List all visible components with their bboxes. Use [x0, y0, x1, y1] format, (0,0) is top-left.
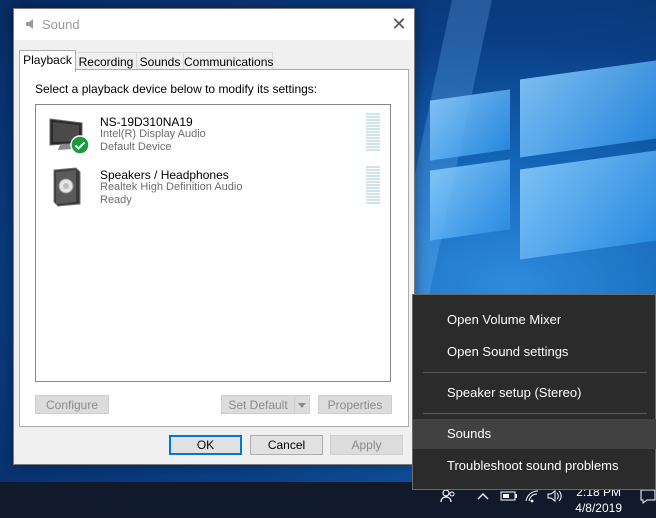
device-driver: Intel(R) Display Audio — [100, 128, 206, 140]
wifi-icon[interactable] — [524, 488, 540, 510]
menu-item-label: Sounds — [447, 426, 492, 441]
clock-date: 4/8/2019 — [575, 501, 622, 515]
menu-item-label: Troubleshoot sound problems — [447, 458, 619, 473]
window-title: Sound — [42, 17, 80, 32]
set-default-dropdown[interactable] — [294, 395, 310, 414]
set-default-button[interactable]: Set Default — [221, 395, 295, 414]
menu-item-troubleshoot[interactable]: Troubleshoot sound problems — [413, 451, 656, 481]
volume-context-menu: Open Volume Mixer Open Sound settings Sp… — [412, 294, 656, 490]
menu-item-label: Open Volume Mixer — [447, 312, 562, 327]
instruction-text: Select a playback device below to modify… — [35, 82, 318, 96]
windows-logo-pane — [430, 159, 510, 241]
device-name: Speakers / Headphones — [100, 168, 229, 182]
device-status: Default Device — [100, 141, 172, 153]
volume-meter — [366, 166, 380, 206]
sound-dialog: Sound ✕ Playback Recording Sounds Commun… — [13, 8, 415, 465]
menu-separator — [423, 413, 647, 414]
device-list[interactable]: NS-19D310NA19 Intel(R) Display Audio Def… — [35, 104, 391, 382]
default-check-icon — [70, 135, 90, 158]
device-item[interactable]: Speakers / Headphones Realtek High Defin… — [42, 164, 382, 210]
menu-item-speaker-setup[interactable]: Speaker setup (Stereo) — [413, 378, 656, 408]
windows-logo-pane — [430, 89, 510, 161]
battery-icon[interactable] — [500, 488, 518, 510]
cancel-button[interactable]: Cancel — [250, 435, 323, 455]
windows-logo-pane — [520, 60, 656, 158]
apply-button[interactable]: Apply — [330, 435, 403, 455]
people-icon[interactable] — [440, 488, 456, 510]
speaker-app-icon — [24, 17, 38, 31]
properties-button[interactable]: Properties — [318, 395, 392, 414]
menu-item-open-sound-settings[interactable]: Open Sound settings — [413, 337, 656, 367]
ok-button[interactable]: OK — [169, 435, 242, 455]
playback-panel: Select a playback device below to modify… — [19, 69, 409, 427]
close-icon[interactable]: ✕ — [388, 13, 410, 35]
device-item[interactable]: NS-19D310NA19 Intel(R) Display Audio Def… — [42, 111, 382, 157]
volume-meter — [366, 113, 380, 153]
menu-item-label: Open Sound settings — [447, 344, 569, 359]
menu-separator — [423, 372, 647, 373]
device-status: Ready — [100, 194, 132, 206]
menu-item-label: Speaker setup (Stereo) — [447, 385, 582, 400]
menu-item-sounds[interactable]: Sounds — [413, 419, 656, 449]
chevron-up-icon[interactable] — [476, 488, 490, 510]
menu-item-open-volume-mixer[interactable]: Open Volume Mixer — [413, 305, 656, 335]
chevron-down-icon — [298, 403, 306, 409]
volume-icon[interactable] — [546, 488, 564, 510]
title-bar[interactable]: Sound ✕ — [14, 9, 414, 40]
device-name: NS-19D310NA19 — [100, 115, 193, 129]
action-center-icon[interactable] — [640, 488, 656, 510]
configure-button[interactable]: Configure — [35, 395, 109, 414]
windows-logo-pane — [520, 150, 656, 260]
tab-playback[interactable]: Playback — [19, 50, 76, 72]
speaker-icon — [46, 166, 86, 213]
device-driver: Realtek High Definition Audio — [100, 181, 243, 193]
